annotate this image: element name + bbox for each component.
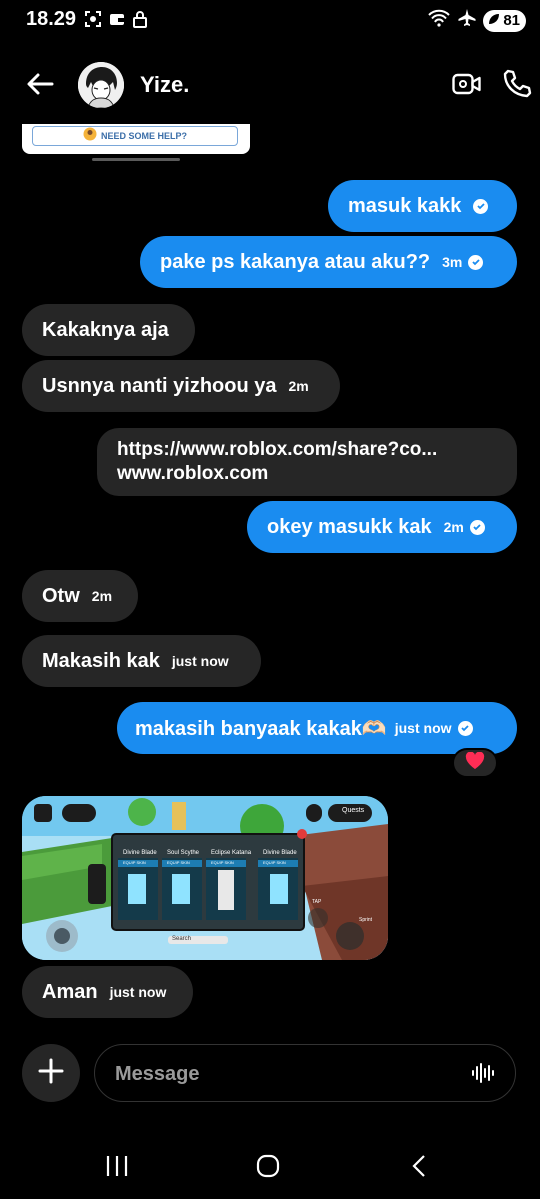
- incoming-message[interactable]: Makasih kak just now: [22, 635, 261, 687]
- game-search-label: Search: [172, 936, 192, 942]
- outgoing-message[interactable]: okey masukk kak 2m: [247, 501, 517, 553]
- equip-label: EQUIP SKIN: [211, 860, 234, 865]
- add-attachment-button[interactable]: [22, 1044, 80, 1102]
- equip-label: EQUIP SKIN: [263, 860, 286, 865]
- home-icon[interactable]: [256, 1154, 280, 1183]
- link-url[interactable]: https://www.roblox.com/share?co...: [117, 438, 437, 462]
- incoming-message[interactable]: Usnnya nanti yizhoou ya 2m: [22, 360, 340, 412]
- status-time: 18.29: [26, 8, 77, 30]
- lock-icon: [132, 10, 148, 33]
- incoming-message[interactable]: Kakaknya aja: [22, 304, 195, 356]
- message-text: Otw: [42, 584, 80, 607]
- game-item-label: Eclipse Katana: [211, 850, 252, 856]
- message-text: makasih banyaak kakak🫶🏻: [135, 717, 387, 740]
- nav-back-icon[interactable]: [408, 1154, 430, 1183]
- seen-check-icon: [469, 519, 485, 535]
- incoming-message[interactable]: Aman just now: [22, 966, 193, 1018]
- chat-header: Yize.: [0, 56, 540, 116]
- message-text: Makasih kak: [42, 649, 160, 672]
- outgoing-message[interactable]: makasih banyaak kakak🫶🏻 just now: [117, 702, 517, 754]
- battery-level: 81: [503, 12, 520, 29]
- message-text: okey masukk kak: [267, 515, 432, 538]
- link-domain: www.roblox.com: [117, 463, 269, 484]
- divider: [92, 158, 180, 161]
- outgoing-message[interactable]: masuk kakk: [328, 180, 517, 232]
- shared-post-card[interactable]: NEED SOME HELP?: [22, 124, 250, 154]
- back-arrow-icon[interactable]: [24, 68, 56, 100]
- wallet-icon: [108, 10, 126, 33]
- link-preview-message[interactable]: https://www.roblox.com/share?co... www.r…: [97, 428, 517, 496]
- message-time: 3m: [442, 254, 463, 270]
- contact-name[interactable]: Yize.: [140, 72, 189, 98]
- message-input[interactable]: [115, 1059, 445, 1089]
- message-text: pake ps kakanya atau aku??: [160, 250, 431, 273]
- outgoing-message[interactable]: pake ps kakanya atau aku?? 3m: [140, 236, 517, 288]
- battery-saver-icon: [487, 12, 501, 30]
- message-text: Usnnya nanti yizhoou ya: [42, 374, 277, 397]
- heart-reaction[interactable]: [452, 748, 498, 778]
- help-avatar-icon: [83, 127, 97, 146]
- message-composer: [0, 1040, 540, 1110]
- help-button[interactable]: NEED SOME HELP?: [32, 126, 238, 146]
- message-text: Kakaknya aja: [42, 318, 169, 341]
- seen-check-icon: [473, 198, 489, 214]
- voice-message-icon[interactable]: [471, 1061, 495, 1090]
- phone-call-icon[interactable]: [502, 68, 532, 103]
- recent-apps-icon[interactable]: [104, 1154, 130, 1183]
- message-time: just now: [394, 720, 452, 736]
- message-time: 2m: [288, 378, 309, 394]
- message-text: Aman: [42, 980, 98, 1003]
- message-text: masuk kakk: [348, 194, 462, 217]
- message-time: 2m: [443, 519, 464, 535]
- system-nav-bar: [0, 1140, 540, 1192]
- game-item-label: Divine Blade: [123, 850, 157, 856]
- message-input-container[interactable]: [94, 1044, 516, 1102]
- equip-label: EQUIP SKIN: [167, 860, 190, 865]
- status-bar: 18.29 81: [0, 0, 540, 40]
- airplane-mode-icon: [457, 8, 477, 33]
- game-item-label: Divine Blade: [263, 850, 297, 856]
- shared-image[interactable]: Divine Blade Soul Scythe Eclipse Katana …: [22, 796, 388, 960]
- message-time: 2m: [91, 588, 113, 604]
- incoming-message[interactable]: Otw 2m: [22, 570, 138, 622]
- game-item-label: Soul Scythe: [167, 850, 200, 856]
- video-call-icon[interactable]: [452, 70, 482, 103]
- seen-check-icon: [468, 254, 484, 270]
- heart-icon: [465, 751, 485, 775]
- game-quests-label: Quests: [342, 807, 365, 814]
- message-thread[interactable]: NEED SOME HELP? masuk kakk pake ps kakan…: [0, 124, 540, 1034]
- message-time: just now: [171, 653, 229, 669]
- plus-icon: [37, 1057, 65, 1090]
- avatar[interactable]: [78, 62, 124, 108]
- seen-check-icon: [457, 720, 473, 736]
- game-tap-label: TAP: [312, 899, 322, 905]
- screenshot-icon: [84, 10, 102, 33]
- equip-label: EQUIP SKIN: [123, 860, 146, 865]
- message-time: just now: [109, 984, 167, 1000]
- help-text: NEED SOME HELP?: [100, 131, 187, 141]
- game-sprint-label: Sprint: [359, 917, 373, 923]
- wifi-icon: [427, 9, 451, 32]
- battery-indicator: 81: [483, 9, 526, 32]
